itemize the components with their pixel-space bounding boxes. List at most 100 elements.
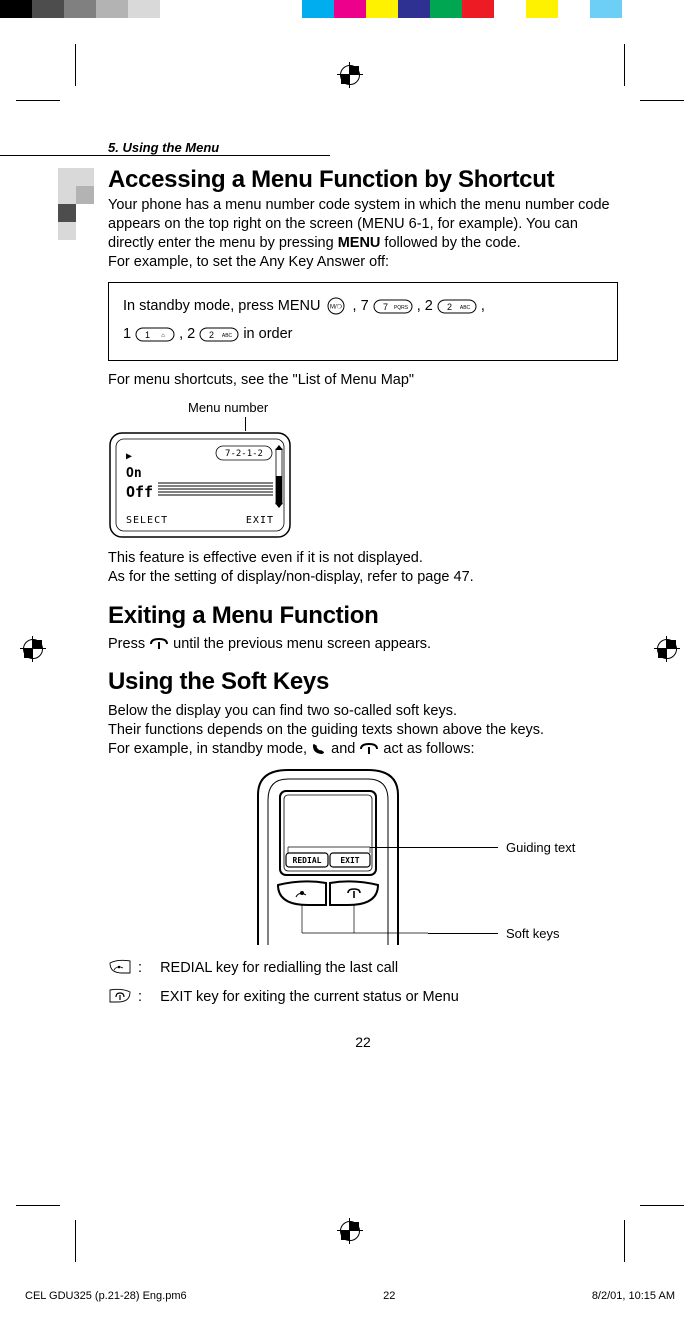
intro-text-c: followed by the code. xyxy=(380,235,520,251)
footer-timestamp: 8/2/01, 10:15 AM xyxy=(592,1290,675,1302)
key-2-icon: 2 ABC xyxy=(199,325,239,343)
page-number: 22 xyxy=(108,1034,618,1050)
svg-text:SELECT: SELECT xyxy=(126,515,168,526)
color-swatch xyxy=(272,0,302,18)
heading-exiting: Exiting a Menu Function xyxy=(108,602,618,630)
call-key-icon xyxy=(311,742,327,756)
color-swatch xyxy=(64,0,96,18)
svg-text:Off: Off xyxy=(126,483,153,501)
heading-accessing: Accessing a Menu Function by Shortcut xyxy=(108,166,618,194)
menu-number-label: Menu number xyxy=(188,400,618,415)
color-swatch xyxy=(526,0,558,18)
key-description-exit: : EXIT key for exiting the current statu… xyxy=(108,988,618,1013)
color-swatch xyxy=(462,0,494,18)
color-swatch xyxy=(192,0,272,18)
intro-bold-menu: MENU xyxy=(338,235,381,251)
intro-text-d: For example, to set the Any Key Answer o… xyxy=(108,254,389,270)
seq-text: , xyxy=(481,298,485,314)
registration-mark-icon xyxy=(337,62,363,88)
softkey-right-icon xyxy=(108,988,134,1013)
softkeys-text-c: act as follows: xyxy=(383,741,474,757)
feature-note-b: As for the setting of display/non-displa… xyxy=(108,568,618,587)
svg-text:7: 7 xyxy=(383,302,388,312)
key-sequence-box: In standby mode, press MENU M/❍ , 7 7 PQR… xyxy=(108,282,618,361)
svg-text:ABC: ABC xyxy=(460,305,471,311)
key-2-icon: 2 ABC xyxy=(437,297,477,315)
color-calibration-bar xyxy=(0,0,700,18)
lcd-screenshot: 7-2-1-2 ▶ On Off SELECT xyxy=(108,431,618,541)
crop-mark xyxy=(640,1205,684,1206)
seq-text: In standby mode, press MENU xyxy=(123,298,324,314)
crop-mark xyxy=(624,1220,625,1262)
crop-mark xyxy=(75,44,76,86)
footer-page: 22 xyxy=(383,1290,395,1302)
softkeys-p3: For example, in standby mode, and act as… xyxy=(108,740,618,759)
exiting-text-a: Press xyxy=(108,636,149,652)
svg-text:ABC: ABC xyxy=(222,333,233,339)
svg-text:REDIAL: REDIAL xyxy=(293,856,322,865)
print-footer: CEL GDU325 (p.21-28) Eng.pm6 22 8/2/01, … xyxy=(25,1290,675,1302)
svg-text:PQRS: PQRS xyxy=(394,305,409,311)
color-swatch xyxy=(128,0,160,18)
phone-illustration: REDIAL EXIT xyxy=(108,765,618,955)
softkeys-p1: Below the display you can find two so-ca… xyxy=(108,702,618,721)
svg-text:⌂: ⌂ xyxy=(161,333,165,339)
softkeys-text-a: For example, in standby mode, xyxy=(108,741,311,757)
section-marker-blocks xyxy=(58,168,94,240)
registration-mark-icon xyxy=(654,636,680,662)
color-swatch xyxy=(494,0,526,18)
heading-softkeys: Using the Soft Keys xyxy=(108,668,618,696)
color-swatch xyxy=(590,0,622,18)
svg-text:EXIT: EXIT xyxy=(340,856,359,865)
callout-soft-keys: Soft keys xyxy=(506,926,559,941)
crop-mark xyxy=(16,1205,60,1206)
exiting-text-b: until the previous menu screen appears. xyxy=(173,636,431,652)
end-key-icon xyxy=(359,742,379,756)
svg-text:2: 2 xyxy=(209,330,214,340)
svg-text:2: 2 xyxy=(447,302,452,312)
color-swatch xyxy=(160,0,192,18)
feature-note-a: This feature is effective even if it is … xyxy=(108,549,618,568)
chapter-header: 5. Using the Menu xyxy=(108,140,618,158)
color-swatch xyxy=(32,0,64,18)
softkeys-text-b: and xyxy=(331,741,359,757)
svg-text:EXIT: EXIT xyxy=(246,515,274,526)
seq-text: , 7 xyxy=(353,298,373,314)
chapter-label: 5. Using the Menu xyxy=(108,140,219,155)
menu-number-pointer-line xyxy=(245,417,246,431)
seq-text: in order xyxy=(243,326,292,342)
color-swatch xyxy=(302,0,334,18)
softkeys-p2: Their functions depends on the guiding t… xyxy=(108,721,618,740)
color-swatch xyxy=(398,0,430,18)
key-desc-text: REDIAL key for redialling the last call xyxy=(160,959,600,979)
color-swatch xyxy=(558,0,590,18)
crop-mark xyxy=(16,100,60,101)
crop-mark xyxy=(75,1220,76,1262)
color-swatch xyxy=(0,0,32,18)
seq-text: , 2 xyxy=(179,326,199,342)
intro-paragraph: Your phone has a menu number code system… xyxy=(108,196,618,273)
svg-text:On: On xyxy=(126,466,142,481)
crop-mark xyxy=(640,100,684,101)
color-swatch xyxy=(334,0,366,18)
menu-key-icon: M/❍ xyxy=(324,297,348,315)
registration-mark-icon xyxy=(337,1218,363,1244)
key-description-redial: : REDIAL key for redialling the last cal… xyxy=(108,959,618,984)
color-swatch xyxy=(430,0,462,18)
svg-text:M/❍: M/❍ xyxy=(330,304,343,311)
svg-text:1: 1 xyxy=(145,330,150,340)
color-swatch xyxy=(366,0,398,18)
registration-mark-icon xyxy=(20,636,46,662)
exiting-paragraph: Press until the previous menu screen app… xyxy=(108,635,618,654)
end-key-icon xyxy=(149,637,169,651)
content-area: 5. Using the Menu Accessing a Menu Funct… xyxy=(108,140,618,1050)
seq-text: 1 xyxy=(123,326,135,342)
svg-text:▶: ▶ xyxy=(126,451,132,462)
svg-text:7-2-1-2: 7-2-1-2 xyxy=(225,449,263,459)
callout-guiding-text: Guiding text xyxy=(506,840,575,855)
seq-text: , 2 xyxy=(417,298,437,314)
crop-mark xyxy=(624,44,625,86)
softkey-left-icon xyxy=(108,959,134,984)
color-swatch xyxy=(96,0,128,18)
key-desc-text: EXIT key for exiting the current status … xyxy=(160,988,600,1008)
